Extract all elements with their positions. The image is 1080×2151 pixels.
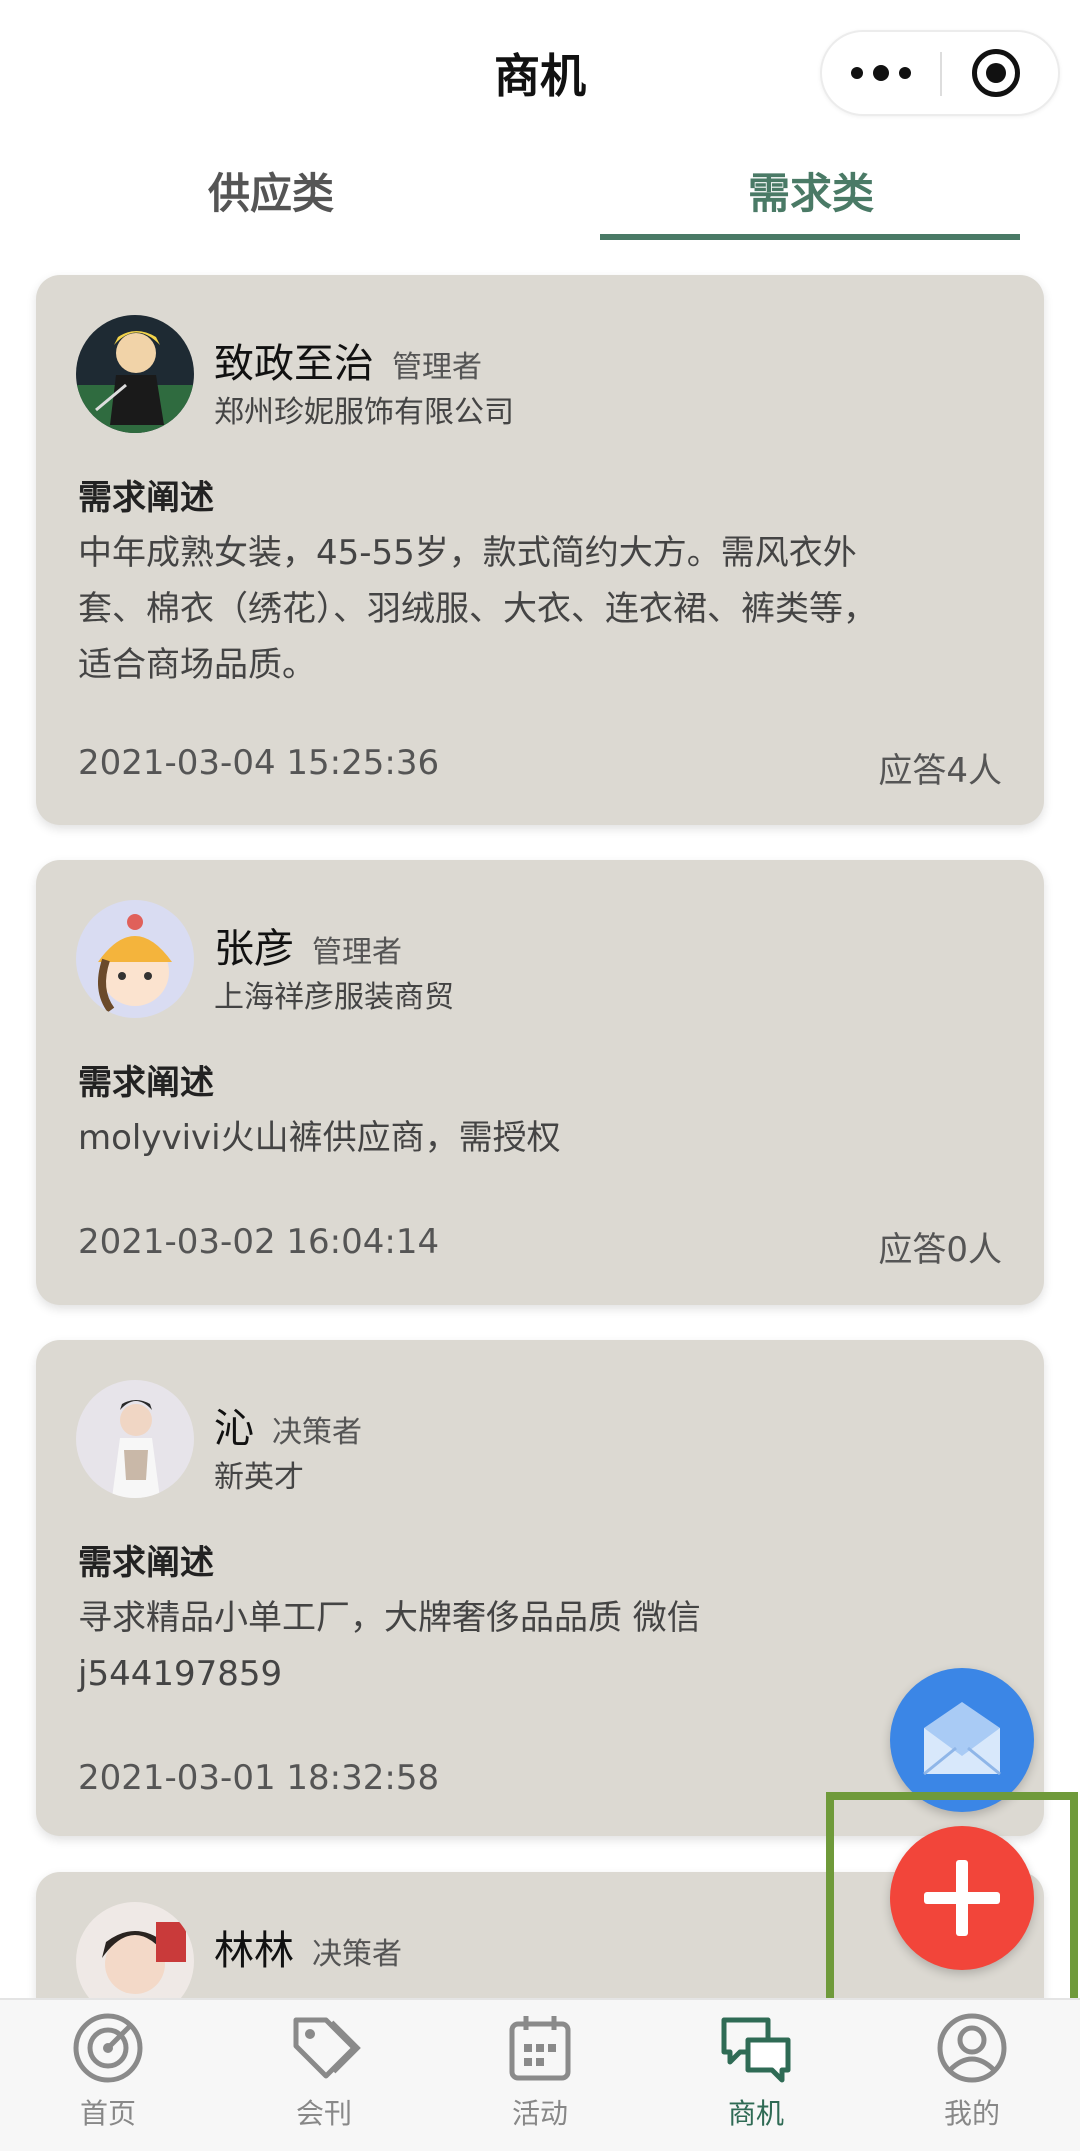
user-name-row: 致政至治 管理者 <box>214 331 482 389</box>
dot-icon <box>899 67 911 79</box>
tag-icon <box>293 2017 361 2079</box>
avatar-image-icon <box>76 900 194 1018</box>
calendar-icon <box>509 2016 571 2081</box>
demand-description: 寻求精品小单工厂，大牌奢侈品品质 微信 j544197859 <box>78 1598 701 1694</box>
close-mini-program-icon[interactable] <box>972 49 1020 97</box>
avatar <box>76 315 194 433</box>
company-name: 上海祥彦服装商贸 <box>214 980 454 1015</box>
tabbar-label: 首页 <box>79 2097 136 2130</box>
tabbar-label: 商机 <box>727 2097 784 2130</box>
active-tab-indicator <box>600 234 1020 240</box>
bottom-tab-bar: 首页 会刊 活动 商机 我的 <box>0 1998 1080 2151</box>
radar-icon <box>73 2013 143 2083</box>
user-role: 决策者 <box>272 1415 362 1450</box>
section-title: 需求阐述 <box>78 1543 214 1583</box>
chat-icon <box>721 2017 791 2083</box>
demand-description: 中年成熟女装，45-55岁，款式简约大方。需风衣外套、棉衣（绣花）、羽绒服、大衣… <box>78 533 877 685</box>
user-name-row: 张彦 管理者 <box>214 916 402 974</box>
tabbar-item-home[interactable]: 首页 <box>8 2010 208 2132</box>
avatar-image-icon <box>76 315 194 433</box>
post-datetime: 2021-03-02 16:04:14 <box>78 1222 440 1262</box>
tab-supply[interactable]: 供应类 <box>208 160 334 221</box>
tabbar-label: 我的 <box>943 2097 1000 2130</box>
user-icon <box>937 2013 1007 2083</box>
capsule-divider <box>940 52 942 96</box>
demand-card[interactable]: 张彦 管理者 上海祥彦服装商贸 需求阐述 molyvivi火山裤供应商，需授权 … <box>36 860 1044 1305</box>
user-name: 致政至治 <box>214 341 374 387</box>
company-name: 新英才 <box>214 1460 304 1495</box>
dot-icon <box>851 67 863 79</box>
user-name: 张彦 <box>214 926 294 972</box>
response-count: 应答4人 <box>878 751 1002 791</box>
tabbar-item-events[interactable]: 活动 <box>440 2010 640 2132</box>
demand-card[interactable]: 致政至治 管理者 郑州珍妮服饰有限公司 需求阐述 中年成熟女装，45-55岁，款… <box>36 275 1044 825</box>
avatar <box>76 900 194 1018</box>
user-name-row: 沁 决策者 <box>214 1396 362 1454</box>
envelope-icon <box>923 1702 1001 1776</box>
company-name: 郑州珍妮服饰有限公司 <box>214 395 514 430</box>
avatar-image-icon <box>76 1380 194 1498</box>
mini-program-capsule <box>820 30 1060 116</box>
post-datetime: 2021-03-04 15:25:36 <box>78 743 440 783</box>
user-name-row: 林林 决策者 <box>214 1918 402 1976</box>
section-title: 需求阐述 <box>78 1063 214 1103</box>
user-name: 林林 <box>214 1928 294 1974</box>
user-role: 管理者 <box>312 935 402 970</box>
demand-description: molyvivi火山裤供应商，需授权 <box>78 1118 561 1158</box>
section-title: 需求阐述 <box>78 478 214 518</box>
more-options-button[interactable] <box>822 32 940 114</box>
avatar <box>76 1380 194 1498</box>
tab-demand[interactable]: 需求类 <box>748 160 874 221</box>
tabbar-item-journal[interactable]: 会刊 <box>224 2010 424 2132</box>
message-button[interactable] <box>890 1668 1034 1812</box>
app-root: 商机 供应类 需求类 致政至治 管理者 郑州珍妮服饰有限公司 需求阐述 中年成熟… <box>0 0 1080 2151</box>
tabbar-item-profile[interactable]: 我的 <box>872 2010 1072 2132</box>
user-name: 沁 <box>214 1406 254 1452</box>
post-datetime: 2021-03-01 18:32:58 <box>78 1758 440 1798</box>
tabbar-label: 活动 <box>511 2097 568 2130</box>
header: 商机 <box>0 0 1080 150</box>
tabbar-item-business[interactable]: 商机 <box>656 2010 856 2132</box>
tabbar-label: 会刊 <box>295 2097 352 2130</box>
dot-icon <box>873 65 889 81</box>
user-role: 管理者 <box>392 350 482 385</box>
category-tabs: 供应类 需求类 <box>0 150 1080 245</box>
response-count: 应答0人 <box>878 1230 1002 1270</box>
user-role: 决策者 <box>312 1937 402 1972</box>
